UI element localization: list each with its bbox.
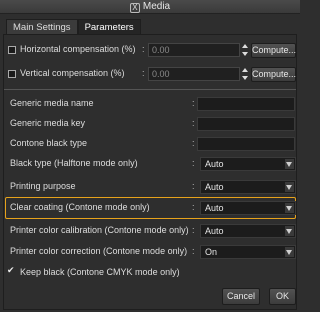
colon: :	[192, 181, 195, 191]
printing-purpose-row: Printing purpose : Auto	[4, 178, 296, 196]
printer-color-correction-value: On	[205, 247, 218, 257]
black-type-label: Black type (Halftone mode only)	[10, 158, 138, 168]
colon: :	[192, 202, 195, 212]
colon: :	[192, 138, 195, 148]
contone-black-type-row: Contone black type :	[4, 135, 296, 153]
generic-media-name-row: Generic media name :	[4, 95, 296, 113]
cancel-button[interactable]: Cancel	[222, 288, 260, 305]
generic-media-name-label: Generic media name	[10, 98, 94, 108]
vertical-compensation-checkbox[interactable]	[8, 70, 16, 78]
keep-black-checkbox[interactable]	[7, 265, 16, 277]
horizontal-compensation-row: Horizontal compensation (%) : 0.00 Compu…	[4, 41, 296, 59]
vertical-compensation-input[interactable]: 0.00	[148, 67, 240, 81]
colon: :	[142, 44, 145, 54]
keep-black-label: Keep black (Contone CMYK mode only)	[20, 267, 180, 277]
app-icon: X	[129, 3, 140, 13]
printer-color-calibration-select[interactable]: Auto	[200, 224, 296, 238]
tab-parameters[interactable]: Parameters	[77, 19, 141, 35]
chevron-down-icon[interactable]	[285, 182, 294, 192]
horizontal-compute-button[interactable]: Compute...	[251, 43, 296, 58]
horizontal-compensation-input[interactable]: 0.00	[148, 43, 240, 57]
vertical-compute-button[interactable]: Compute...	[251, 67, 296, 82]
printer-color-correction-label: Printer color correction (Contone mode o…	[10, 246, 188, 256]
generic-media-key-input[interactable]	[197, 117, 295, 131]
vertical-compensation-label: Vertical compensation (%)	[20, 68, 125, 78]
black-type-row: Black type (Halftone mode only) : Auto	[4, 155, 296, 173]
printer-color-correction-select[interactable]: On	[200, 245, 296, 259]
chevron-down-icon[interactable]	[285, 247, 294, 257]
ok-button[interactable]: OK	[269, 288, 296, 305]
colon: :	[192, 225, 195, 235]
generic-media-key-label: Generic media key	[10, 118, 86, 128]
chevron-down-icon[interactable]	[285, 226, 294, 236]
tab-main-settings[interactable]: Main Settings	[6, 19, 78, 35]
colon: :	[192, 118, 195, 128]
colon: :	[192, 98, 195, 108]
contone-black-type-label: Contone black type	[10, 138, 88, 148]
horizontal-compensation-label: Horizontal compensation (%)	[20, 44, 136, 54]
printing-purpose-label: Printing purpose	[10, 181, 76, 191]
vertical-compensation-row: Vertical compensation (%) : 0.00 Compute…	[4, 65, 296, 83]
black-type-value: Auto	[205, 159, 224, 169]
clear-coating-value: Auto	[205, 203, 224, 213]
printing-purpose-value: Auto	[205, 182, 224, 192]
chevron-down-icon[interactable]	[285, 203, 294, 213]
contone-black-type-input[interactable]	[197, 137, 295, 151]
printer-color-calibration-row: Printer color calibration (Contone mode …	[4, 222, 296, 240]
horizontal-compensation-stepper[interactable]	[242, 43, 248, 57]
printer-color-correction-row: Printer color correction (Contone mode o…	[4, 243, 296, 261]
colon: :	[192, 246, 195, 256]
printing-purpose-select[interactable]: Auto	[200, 180, 296, 194]
title-bar: X Media	[0, 0, 300, 14]
horizontal-compensation-checkbox[interactable]	[8, 46, 16, 54]
generic-media-name-input[interactable]	[197, 97, 295, 111]
keep-black-row: Keep black (Contone CMYK mode only)	[4, 264, 296, 282]
colon: :	[192, 158, 195, 168]
clear-coating-select[interactable]: Auto	[200, 201, 296, 215]
window-title: X Media	[0, 1, 300, 13]
clear-coating-label: Clear coating (Contone mode only)	[10, 202, 150, 212]
colon: :	[142, 68, 145, 78]
tab-bar: Main Settings Parameters	[6, 19, 141, 35]
printer-color-calibration-label: Printer color calibration (Contone mode …	[10, 225, 189, 235]
chevron-down-icon[interactable]	[285, 159, 294, 169]
parameters-panel: Horizontal compensation (%) : 0.00 Compu…	[3, 34, 297, 310]
separator	[4, 89, 296, 90]
generic-media-key-row: Generic media key :	[4, 115, 296, 133]
clear-coating-row: Clear coating (Contone mode only) : Auto	[4, 199, 296, 217]
black-type-select[interactable]: Auto	[200, 157, 296, 171]
vertical-compensation-stepper[interactable]	[242, 67, 248, 81]
printer-color-calibration-value: Auto	[205, 226, 224, 236]
